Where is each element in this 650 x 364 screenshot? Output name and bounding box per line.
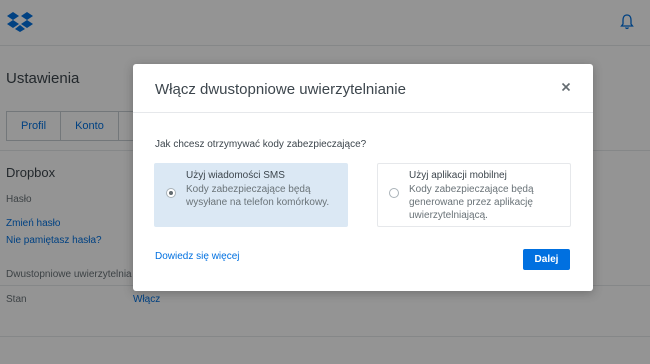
learn-more-link[interactable]: Dowiedz się więcej	[155, 251, 239, 262]
option-description: Kody zabezpieczające będą generowane prz…	[409, 184, 534, 221]
next-button[interactable]: Dalej	[523, 249, 570, 270]
option-title: Użyj aplikacji mobilnej	[409, 170, 507, 181]
radio-icon[interactable]	[166, 188, 176, 198]
option-mobile-app[interactable]: Użyj aplikacji mobilnej Kody zabezpiecza…	[377, 163, 571, 227]
question-label: Jak chcesz otrzymywać kody zabezpieczają…	[155, 139, 367, 150]
option-title: Użyj wiadomości SMS	[186, 170, 285, 181]
radio-icon[interactable]	[389, 188, 399, 198]
two-step-modal: Włącz dwustopniowe uwierzytelnianie Jak …	[133, 64, 593, 291]
modal-header: Włącz dwustopniowe uwierzytelnianie	[133, 64, 593, 113]
option-sms[interactable]: Użyj wiadomości SMS Kody zabezpieczające…	[154, 163, 348, 227]
option-description: Kody zabezpieczające będą wysyłane na te…	[186, 184, 330, 208]
close-icon[interactable]	[557, 78, 575, 96]
modal-title: Włącz dwustopniowe uwierzytelnianie	[155, 81, 406, 98]
